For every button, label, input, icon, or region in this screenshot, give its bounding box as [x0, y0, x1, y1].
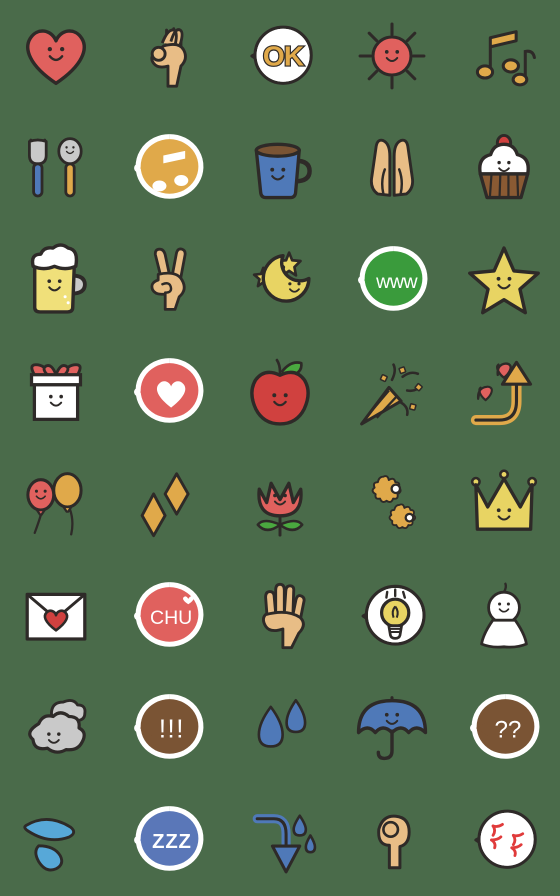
emoji-cell-smiling-star[interactable]: Smiling gold star — [448, 224, 560, 336]
smiling-coffee-mug-icon — [242, 131, 318, 205]
smiling-tulip-icon — [243, 464, 317, 544]
emoji-cell-crescent-moon-stars[interactable]: Smiling crescent moon with stars — [224, 224, 336, 336]
emoji-cell-smiling-cloud[interactable]: Smiling grey cloud — [0, 672, 112, 784]
emoji-cell-music-note-bubble[interactable]: Music note speech bubble — [112, 112, 224, 224]
down-arrow-sweat-icon — [242, 801, 318, 879]
emoji-cell-smiling-heart[interactable]: Smiling red heart — [0, 0, 112, 112]
peace-sign-hand-icon — [133, 241, 203, 319]
emoji-cell-ok-speech-bubble[interactable]: OKOKOK speech bubble — [224, 0, 336, 112]
emoji-cell-chu-speech-bubble[interactable]: CHU CHUCHU kiss speech bubble — [112, 560, 224, 672]
lightbulb-bubble-icon — [350, 576, 434, 656]
party-popper-icon — [351, 354, 433, 430]
emoji-sticker-sheet: Smiling red heart OK hand gesture OKOKOK… — [0, 0, 560, 896]
emoji-cell-splash-drops[interactable]: Blue splash drops — [0, 784, 112, 896]
emoji-cell-praying-hands[interactable]: Praying hands — [336, 112, 448, 224]
smiling-sun-icon — [354, 18, 430, 94]
emoji-cell-fist-hand[interactable]: Raised fist — [336, 784, 448, 896]
svg-text:www: www — [375, 271, 418, 293]
emoji-cell-smiling-coffee-mug[interactable]: Smiling blue coffee mug — [224, 112, 336, 224]
rain-drops-icon — [247, 688, 313, 768]
fork-and-spoon-icon — [21, 128, 91, 208]
emoji-cell-balloons[interactable]: Red smiling balloon and gold balloon — [0, 448, 112, 560]
emoji-cell-exclamation-bubble[interactable]: !!!!!!Triple exclamation bubble — [112, 672, 224, 784]
smiling-heart-icon — [18, 18, 94, 94]
www-speech-bubble-icon: www — [351, 241, 433, 319]
smiling-umbrella-icon — [352, 690, 432, 766]
emoji-cell-rain-drops[interactable]: Two blue rain drops — [224, 672, 336, 784]
teru-teru-bozu-icon — [469, 576, 539, 656]
balloons-icon — [18, 464, 94, 544]
emoji-cell-smiling-gift-box[interactable]: Smiling gift box with red ribbon — [0, 336, 112, 448]
emoji-cell-lightbulb-bubble[interactable]: Light bulb idea speech bubble — [336, 560, 448, 672]
emoji-cell-question-bubble[interactable]: ????Double question mark bubble — [448, 672, 560, 784]
emoji-cell-smiling-apple[interactable]: Smiling red apple — [224, 336, 336, 448]
smiling-cupcake-icon — [467, 128, 541, 208]
smiling-cloud-icon — [17, 692, 95, 764]
sparkle-diamonds-icon — [132, 466, 204, 542]
emoji-cell-zzz-sleep-bubble[interactable]: ZZZZZZZZZ sleeping bubble — [112, 784, 224, 896]
svg-text:OK: OK — [263, 40, 304, 71]
emoji-cell-raised-hand[interactable]: Raised open hand — [224, 560, 336, 672]
svg-text:ZZZ: ZZZ — [152, 831, 191, 853]
emoji-cell-curved-up-arrow-hearts[interactable]: Curved up arrow with hearts — [448, 336, 560, 448]
emoji-cell-heart-speech-bubble[interactable]: Heart speech bubble — [112, 336, 224, 448]
svg-text:!!!: !!! — [159, 715, 185, 743]
emoji-cell-ok-hand-sign[interactable]: OK hand gesture — [112, 0, 224, 112]
emoji-cell-smiling-umbrella[interactable]: Smiling blue umbrella — [336, 672, 448, 784]
emoji-cell-love-letter[interactable]: Envelope with red heart seal — [0, 560, 112, 672]
svg-text:CHU: CHU — [150, 607, 192, 629]
emoji-cell-peace-sign-hand[interactable]: Peace / victory hand — [112, 224, 224, 336]
music-note-bubble-icon — [127, 129, 209, 207]
curved-up-arrow-hearts-icon — [465, 353, 543, 431]
exclamation-bubble-icon: !!! — [127, 689, 209, 767]
emoji-cell-www-speech-bubble[interactable]: wwwwwwLaughing www speech bubble — [336, 224, 448, 336]
emoji-cell-anger-bubble[interactable]: Anger veins speech bubble — [448, 784, 560, 896]
love-letter-icon — [18, 580, 94, 652]
emoji-cell-fork-and-spoon[interactable]: Fork and smiling spoon — [0, 112, 112, 224]
smiling-gift-box-icon — [20, 353, 92, 431]
praying-hands-icon — [356, 129, 428, 207]
heart-speech-bubble-icon — [127, 353, 209, 431]
music-notes-icon — [466, 18, 542, 94]
question-bubble-icon: ?? — [463, 689, 545, 767]
zzz-sleep-bubble-icon: ZZZ — [127, 801, 209, 879]
emoji-cell-smiling-tulip[interactable]: Smiling red tulip — [224, 448, 336, 560]
smiling-star-icon — [465, 242, 543, 318]
emoji-cell-music-notes[interactable]: Two music notes — [448, 0, 560, 112]
anger-bubble-icon — [463, 801, 545, 879]
chu-speech-bubble-icon: CHU — [127, 577, 209, 655]
fist-hand-icon — [359, 801, 425, 879]
emoji-cell-smiling-crown[interactable]: Smiling gold crown — [448, 448, 560, 560]
ok-hand-sign-icon — [132, 18, 204, 94]
emoji-cell-party-popper[interactable]: Party popper confetti — [336, 336, 448, 448]
splash-drops-icon — [16, 804, 96, 876]
smiling-crown-icon — [465, 467, 543, 541]
emoji-cell-smiling-sun[interactable]: Smiling sun — [336, 0, 448, 112]
emoji-cell-smiling-beer-mug[interactable]: Smiling beer mug — [0, 224, 112, 336]
raised-hand-icon — [244, 577, 316, 655]
ok-speech-bubble-icon: OK — [238, 17, 322, 95]
emoji-cell-two-flowers[interactable]: Two gold daisy flowers — [336, 448, 448, 560]
smiling-apple-icon — [242, 353, 318, 431]
emoji-cell-down-arrow-sweat[interactable]: Curved down arrow with sweat drops — [224, 784, 336, 896]
emoji-cell-sparkle-diamonds[interactable]: Two gold sparkle diamonds — [112, 448, 224, 560]
svg-text:??: ?? — [494, 716, 521, 743]
crescent-moon-stars-icon — [240, 242, 320, 318]
two-flowers-icon — [352, 466, 432, 542]
emoji-cell-teru-teru-bozu[interactable]: Smiling rain doll — [448, 560, 560, 672]
smiling-beer-mug-icon — [18, 242, 94, 318]
emoji-cell-smiling-cupcake[interactable]: Smiling cupcake with cherry — [448, 112, 560, 224]
